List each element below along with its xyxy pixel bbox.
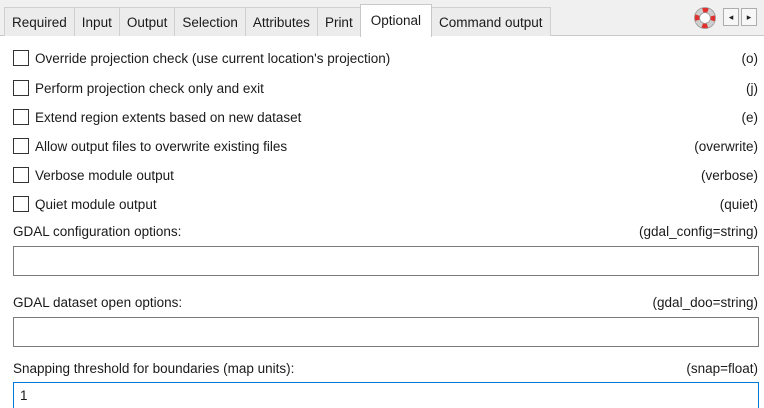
option-row-verbose[interactable]: Verbose module output (verbose)	[13, 164, 758, 186]
override-projection-checkbox[interactable]	[13, 50, 29, 66]
option-label: Verbose module output	[35, 167, 174, 183]
field-header-gdal-doo: GDAL dataset open options: (gdal_doo=str…	[13, 291, 758, 313]
option-flag: (overwrite)	[694, 138, 758, 154]
tab-print[interactable]: Print	[316, 7, 361, 36]
tab-list: Required Input Output Selection Attribut…	[4, 4, 551, 37]
field-header-snap: Snapping threshold for boundaries (map u…	[13, 357, 758, 379]
tab-output[interactable]: Output	[118, 7, 176, 36]
tab-optional[interactable]: Optional	[359, 4, 432, 37]
extend-region-checkbox[interactable]	[13, 109, 29, 125]
option-label: Override projection check (use current l…	[35, 50, 391, 66]
option-flag: (quiet)	[719, 196, 758, 212]
verbose-checkbox[interactable]	[13, 167, 29, 183]
gdal-doo-label: GDAL dataset open options:	[13, 294, 183, 310]
snap-threshold-flag: (snap=float)	[686, 360, 758, 376]
tab-required[interactable]: Required	[4, 7, 75, 36]
option-label: Allow output files to overwrite existing…	[35, 138, 288, 154]
option-label: Extend region extents based on new datas…	[35, 109, 302, 125]
option-label: Perform projection check only and exit	[35, 80, 264, 96]
option-row-override-projection[interactable]: Override projection check (use current l…	[13, 47, 758, 69]
gdal-doo-input[interactable]	[13, 317, 759, 347]
option-row-projection-check-only[interactable]: Perform projection check only and exit (…	[13, 77, 758, 99]
gdal-config-input[interactable]	[13, 246, 759, 276]
help-lifebuoy-icon[interactable]	[694, 7, 716, 29]
option-row-quiet[interactable]: Quiet module output (quiet)	[13, 193, 758, 215]
tab-attributes[interactable]: Attributes	[244, 7, 318, 36]
overwrite-checkbox[interactable]	[13, 138, 29, 154]
tab-scroll-right-button[interactable]: ▸	[741, 8, 757, 26]
option-flag: (verbose)	[700, 167, 758, 183]
option-label: Quiet module output	[35, 196, 157, 212]
option-row-extend-region[interactable]: Extend region extents based on new datas…	[13, 106, 758, 128]
gdal-config-flag: (gdal_config=string)	[639, 223, 758, 239]
gdal-config-label: GDAL configuration options:	[13, 223, 182, 239]
option-flag: (o)	[741, 50, 759, 66]
optional-tab-panel: Override projection check (use current l…	[0, 36, 764, 408]
tab-input[interactable]: Input	[73, 7, 120, 36]
gdal-doo-flag: (gdal_doo=string)	[652, 294, 758, 310]
option-flag: (e)	[741, 109, 759, 125]
tab-scroll-left-button[interactable]: ◂	[723, 8, 739, 26]
quiet-checkbox[interactable]	[13, 196, 29, 212]
tab-bar: Required Input Output Selection Attribut…	[0, 0, 764, 37]
projection-check-only-checkbox[interactable]	[13, 80, 29, 96]
snap-threshold-label: Snapping threshold for boundaries (map u…	[13, 360, 295, 376]
tab-command-output[interactable]: Command output	[431, 7, 551, 36]
option-flag: (j)	[746, 80, 758, 96]
option-row-overwrite[interactable]: Allow output files to overwrite existing…	[13, 135, 758, 157]
field-header-gdal-config: GDAL configuration options: (gdal_config…	[13, 220, 758, 242]
snap-threshold-input[interactable]	[13, 382, 759, 408]
chevron-left-icon: ◂	[728, 12, 734, 22]
chevron-right-icon: ▸	[746, 12, 752, 22]
tab-selection[interactable]: Selection	[174, 7, 246, 36]
